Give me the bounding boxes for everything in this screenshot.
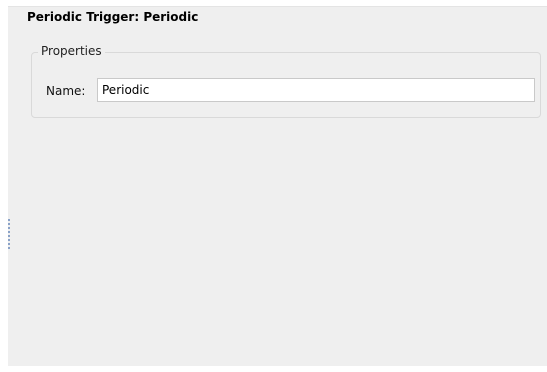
sash-grip-dot [8,227,10,229]
sash-grip-dot [8,235,10,237]
resize-sash-handle[interactable] [8,219,11,249]
sash-grip-dot [8,219,10,221]
editor-title: Periodic Trigger: Periodic [27,10,199,24]
sash-grip-dot [8,223,10,225]
sash-grip-dot [8,239,10,241]
bottom-gap [0,366,547,372]
properties-group-legend: Properties [38,44,105,58]
name-input[interactable] [97,78,535,102]
name-label: Name: [46,84,86,98]
sash-grip-dot [8,247,10,249]
sash-grip-dot [8,243,10,245]
sash-grip-dot [8,231,10,233]
